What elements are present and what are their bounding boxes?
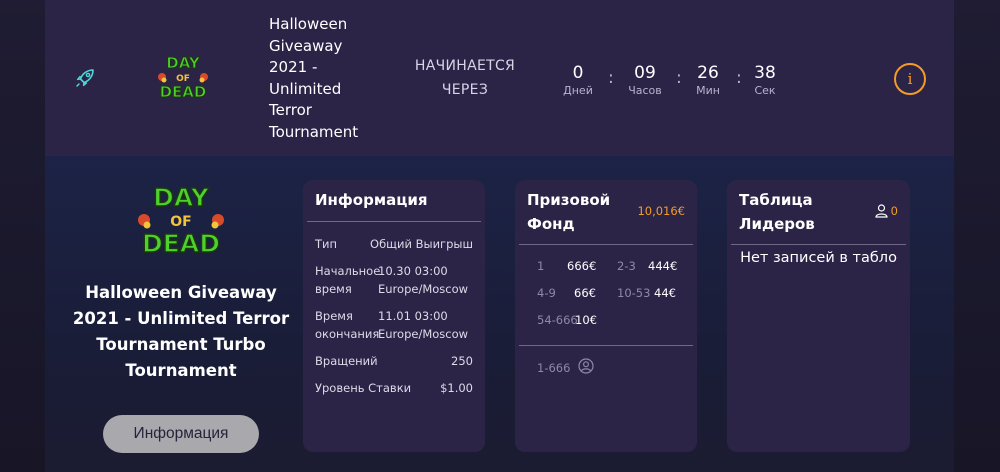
logo-text-dead: DEAD [160, 83, 207, 101]
information-button[interactable]: Информация [103, 415, 259, 453]
info-panel-title: Информация [315, 191, 428, 209]
logo-text-dead: DEAD [142, 229, 220, 258]
prize-range: 54-666 [537, 313, 578, 327]
prize-pool-amount: 10,016€ [637, 204, 685, 218]
countdown-separator: : [676, 68, 682, 88]
countdown-days-value: 0 [572, 63, 584, 83]
prize-pool-panel: Призовой Фонд 10,016€ 1 666€ 2-3 444€ 4-… [515, 180, 697, 452]
tournament-title: Halloween Giveaway 2021 - Unlimited Terr… [72, 283, 290, 380]
countdown-separator: : [608, 68, 614, 88]
divider [519, 345, 693, 346]
left-backdrop [0, 0, 45, 472]
user-icon [875, 204, 888, 218]
divider [307, 221, 481, 222]
prize-amount: 666€ [567, 259, 597, 273]
countdown-minutes-label: Мин [696, 84, 720, 97]
prize-amount: 66€ [574, 286, 596, 300]
countdown-hours: 09 Часов [621, 62, 669, 98]
prize-range: 4-9 [537, 286, 556, 300]
logo-text-day: DAY [153, 183, 210, 212]
prize-pool-title: Призовой Фонд [527, 191, 611, 233]
logo-text-day: DAY [166, 54, 201, 72]
countdown-days: 0 Дней [554, 62, 602, 98]
info-row-key: Тип [315, 237, 338, 251]
info-row-value: 11.01 03:00 Europe/Moscow [378, 309, 469, 341]
prize-amount: 444€ [648, 259, 678, 273]
info-row-value: 10.30 03:00 Europe/Moscow [378, 264, 469, 296]
countdown-seconds-label: Сек [754, 84, 776, 97]
info-panel: Информация Тип Общий Выигрыш Начальное в… [303, 180, 485, 452]
info-row-bet-level: Уровень Ставки $1.00 [315, 379, 473, 397]
prize-range: 2-3 [617, 259, 636, 273]
info-row-key: Уровень Ставки [315, 381, 412, 395]
header-title: Halloween Giveaway 2021 - Unlimited Terr… [269, 15, 359, 141]
leaderboard-count-value: 0 [890, 204, 898, 218]
info-row-start-time: Начальное время 10.30 03:00 Europe/Mosco… [315, 262, 473, 298]
leaderboard-player-count: 0 [875, 204, 898, 218]
rocket-icon[interactable] [73, 66, 97, 90]
info-row-spins: Вращений 250 [315, 352, 473, 370]
tournament-main: DAY OF DEAD Halloween Giveaway 2021 - Un… [45, 156, 954, 472]
countdown-seconds-value: 38 [754, 63, 776, 83]
info-row-key: Начальное время [315, 264, 381, 296]
starts-label: НАЧИНАЕТСЯ ЧЕРЕЗ [414, 58, 516, 98]
countdown-minutes: 26 Мин [684, 62, 732, 98]
day-of-dead-logo: DAY OF DEAD [138, 182, 224, 259]
logo-text-of: OF [170, 214, 191, 230]
prize-amount: 10€ [575, 313, 597, 327]
divider [519, 244, 693, 245]
info-row-value: Общий Выигрыш [370, 237, 473, 251]
prize-amount: 44€ [654, 286, 676, 300]
prize-range: 1 [537, 259, 545, 273]
info-row-value: 250 [451, 354, 473, 368]
right-backdrop [954, 0, 1000, 472]
tournament-header: DAY OF DEAD Halloween Giveaway 2021 - Un… [45, 0, 954, 156]
countdown-seconds: 38 Сек [741, 62, 789, 98]
info-row-type: Тип Общий Выигрыш [315, 235, 473, 253]
countdown-hours-label: Часов [628, 84, 662, 97]
divider [731, 244, 906, 245]
countdown-hours-value: 09 [634, 63, 656, 83]
info-row-end-time: Время окончания 11.01 03:00 Europe/Mosco… [315, 307, 473, 343]
countdown-days-label: Дней [563, 84, 593, 97]
info-row-key: Время окончания [315, 309, 380, 341]
leaderboard-title: Таблица Лидеров [739, 191, 815, 233]
leaderboard-panel: Таблица Лидеров 0 Нет записей в табло [727, 180, 910, 452]
day-of-dead-logo-small: DAY OF DEAD [158, 54, 208, 102]
info-row-value: $1.00 [440, 381, 473, 395]
leaderboard-empty-text: Нет записей в табло [740, 250, 897, 266]
prize-footer-range: 1-666 [537, 361, 571, 375]
info-icon-button[interactable]: i [894, 63, 926, 95]
user-circle-icon [578, 358, 594, 374]
prize-range: 10-53 [617, 286, 651, 300]
countdown-minutes-value: 26 [697, 63, 719, 83]
info-row-key: Вращений [315, 354, 378, 368]
